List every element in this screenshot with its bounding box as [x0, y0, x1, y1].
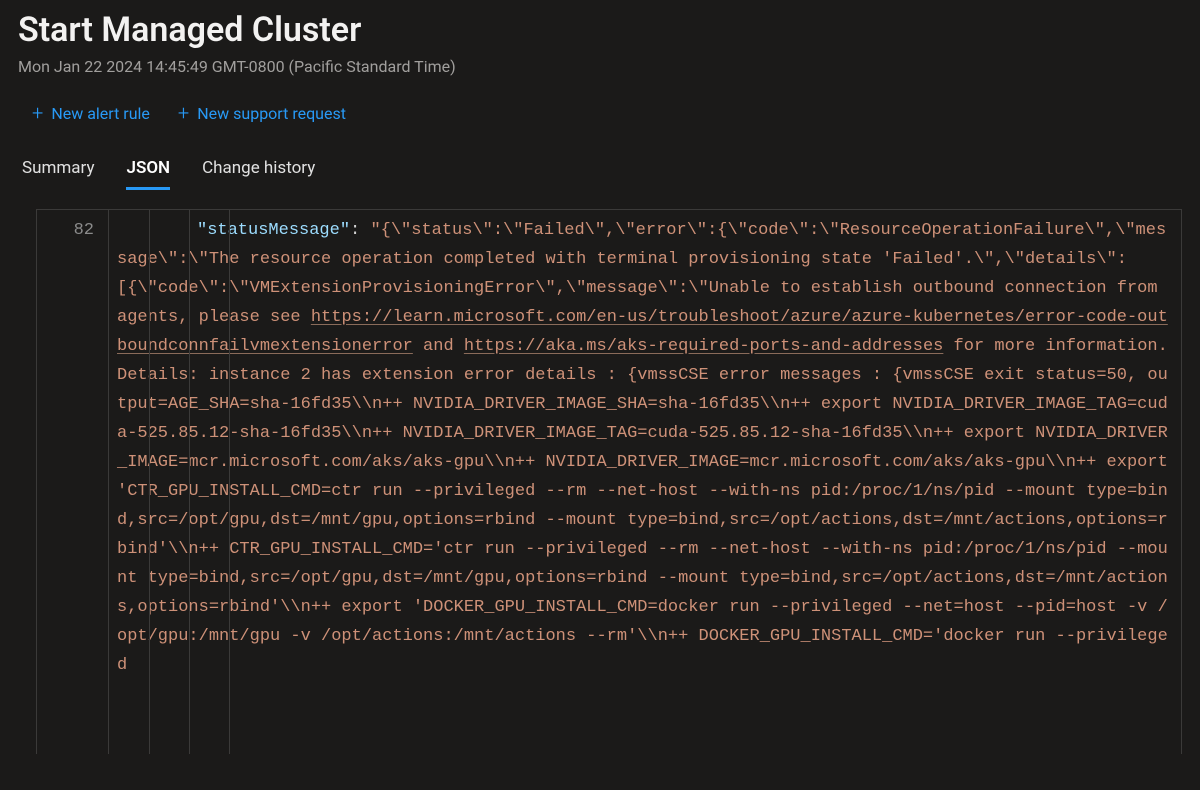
new-alert-rule-label: New alert rule — [51, 104, 150, 123]
json-key: "statusMessage" — [197, 221, 350, 240]
line-number-gutter: 82 — [37, 210, 109, 754]
new-alert-rule-button[interactable]: + New alert rule — [32, 104, 150, 124]
json-code-panel[interactable]: 82 "statusMessage": "{\"status\":\"Faile… — [36, 209, 1182, 754]
json-mid: and — [413, 337, 464, 356]
line-number: 82 — [37, 216, 94, 245]
new-support-request-button[interactable]: + New support request — [178, 104, 346, 124]
page-timestamp: Mon Jan 22 2024 14:45:49 GMT-0800 (Pacif… — [18, 57, 1182, 76]
command-bar: + New alert rule + New support request — [18, 104, 1182, 124]
new-support-request-label: New support request — [197, 104, 346, 123]
plus-icon: + — [32, 103, 43, 123]
page-title: Start Managed Cluster — [18, 10, 1182, 51]
tab-summary[interactable]: Summary — [22, 152, 94, 190]
tab-bar: Summary JSON Change history — [18, 152, 1182, 191]
plus-icon: + — [178, 103, 189, 123]
tab-change-history[interactable]: Change history — [202, 152, 315, 190]
tab-json[interactable]: JSON — [126, 152, 170, 190]
doc-link-2[interactable]: https://aka.ms/aks-required-ports-and-ad… — [464, 337, 943, 356]
code-content: "statusMessage": "{\"status\":\"Failed\"… — [109, 210, 1181, 680]
json-value-post: for more information. Details: instance … — [117, 337, 1178, 675]
